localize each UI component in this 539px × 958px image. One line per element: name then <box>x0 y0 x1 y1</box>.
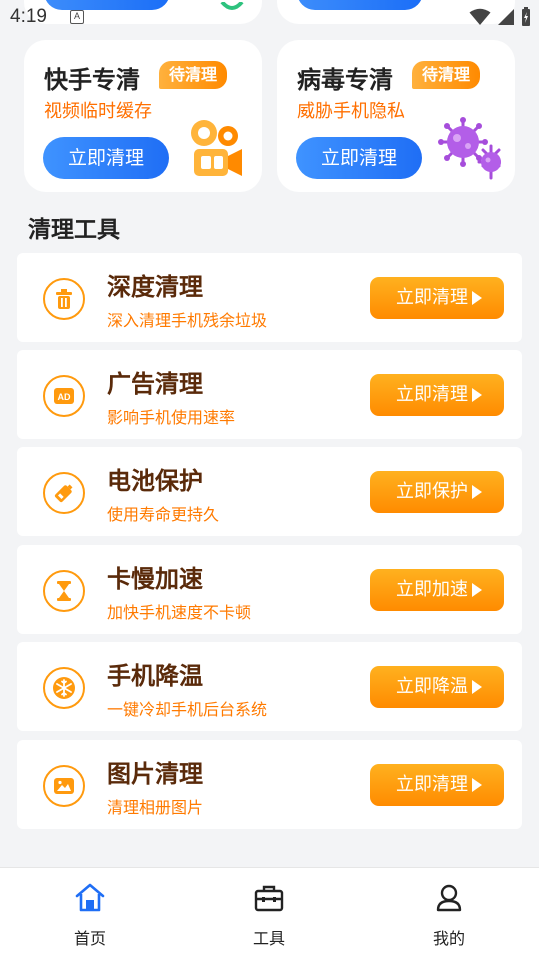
tool-action-button[interactable]: 立即清理 <box>370 277 504 319</box>
nav-label: 首页 <box>73 929 106 948</box>
card-title: 病毒专清 <box>297 66 393 94</box>
ad-icon: AD <box>43 375 85 417</box>
hourglass-icon <box>43 570 85 612</box>
nav-tools[interactable]: 工具 <box>209 868 329 958</box>
tool-action-button[interactable]: 立即加速 <box>370 569 504 611</box>
tool-title: 广告清理 <box>107 370 203 398</box>
nav-label: 工具 <box>252 929 285 948</box>
virus-icon <box>438 117 501 180</box>
tool-action-label: 立即降温 <box>396 676 468 697</box>
tool-row-battery[interactable]: 电池保护 使用寿命更持久 立即保护 <box>17 447 522 536</box>
play-arrow-icon <box>472 778 482 792</box>
tool-subtitle: 使用寿命更持久 <box>107 505 220 524</box>
wifi-icon <box>469 8 491 25</box>
play-arrow-icon <box>472 291 482 305</box>
card-kuaishou: 快手专清 待清理 视频临时缓存 立即清理 <box>24 40 262 192</box>
tool-row-ad-clean[interactable]: AD 广告清理 影响手机使用速率 立即清理 <box>17 350 522 439</box>
kuaishou-icon <box>191 120 242 176</box>
user-icon <box>436 884 462 912</box>
tool-action-label: 立即加速 <box>396 579 468 600</box>
nav-profile[interactable]: 我的 <box>389 868 509 958</box>
tool-subtitle: 一键冷却手机后台系统 <box>107 700 268 719</box>
card-virus: 病毒专清 待清理 威胁手机隐私 立即清理 <box>277 40 515 192</box>
play-arrow-icon <box>472 388 482 402</box>
tool-action-label: 立即清理 <box>396 384 468 405</box>
status-bar: 4:19 A <box>0 0 539 36</box>
tool-title: 手机降温 <box>107 662 203 690</box>
card-subtitle: 视频临时缓存 <box>44 101 152 122</box>
tool-title: 卡慢加速 <box>107 565 203 593</box>
notification-icon: A <box>70 10 84 24</box>
battery-icon <box>43 472 85 514</box>
play-arrow-icon <box>472 680 482 694</box>
nav-label: 我的 <box>432 929 465 948</box>
status-icons <box>469 7 531 27</box>
tool-row-speedup[interactable]: 卡慢加速 加快手机速度不卡顿 立即加速 <box>17 545 522 634</box>
bottom-nav: 首页 工具 我的 <box>0 867 539 958</box>
tool-subtitle: 清理相册图片 <box>107 798 204 817</box>
trash-icon <box>43 278 85 320</box>
pending-badge: 待清理 <box>159 61 228 89</box>
tool-subtitle: 影响手机使用速率 <box>107 408 236 427</box>
home-icon <box>75 883 105 912</box>
card-title: 快手专清 <box>44 66 140 94</box>
clean-now-button[interactable]: 立即清理 <box>43 137 169 179</box>
tool-title: 图片清理 <box>107 760 203 788</box>
tool-row-cooling[interactable]: 手机降温 一键冷却手机后台系统 立即降温 <box>17 642 522 731</box>
play-arrow-icon <box>472 485 482 499</box>
image-icon <box>43 765 85 807</box>
play-arrow-icon <box>472 583 482 597</box>
tool-action-button[interactable]: 立即清理 <box>370 374 504 416</box>
tool-action-button[interactable]: 立即保护 <box>370 471 504 513</box>
signal-icon <box>498 9 514 25</box>
tool-action-button[interactable]: 立即降温 <box>370 666 504 708</box>
snowflake-icon <box>43 667 85 709</box>
tool-subtitle: 加快手机速度不卡顿 <box>107 603 252 622</box>
tool-title: 电池保护 <box>107 467 203 495</box>
clean-now-button[interactable]: 立即清理 <box>296 137 422 179</box>
tool-row-deep-clean[interactable]: 深度清理 深入清理手机残余垃圾 立即清理 <box>17 253 522 342</box>
section-title-tools: 清理工具 <box>28 217 120 243</box>
tool-subtitle: 深入清理手机残余垃圾 <box>107 311 268 330</box>
battery-status-icon <box>522 7 530 26</box>
tool-action-button[interactable]: 立即清理 <box>370 764 504 806</box>
tool-action-label: 立即保护 <box>396 481 468 502</box>
nav-home[interactable]: 首页 <box>30 868 150 958</box>
toolbox-icon <box>254 885 284 912</box>
tool-action-label: 立即清理 <box>396 287 468 308</box>
card-subtitle: 威胁手机隐私 <box>297 101 405 122</box>
status-time: 4:19 <box>10 6 47 27</box>
svg-text:AD: AD <box>58 392 71 402</box>
tool-title: 深度清理 <box>107 273 203 301</box>
pending-badge: 待清理 <box>412 61 481 89</box>
tool-action-label: 立即清理 <box>396 774 468 795</box>
tool-row-image-clean[interactable]: 图片清理 清理相册图片 立即清理 <box>17 740 522 829</box>
